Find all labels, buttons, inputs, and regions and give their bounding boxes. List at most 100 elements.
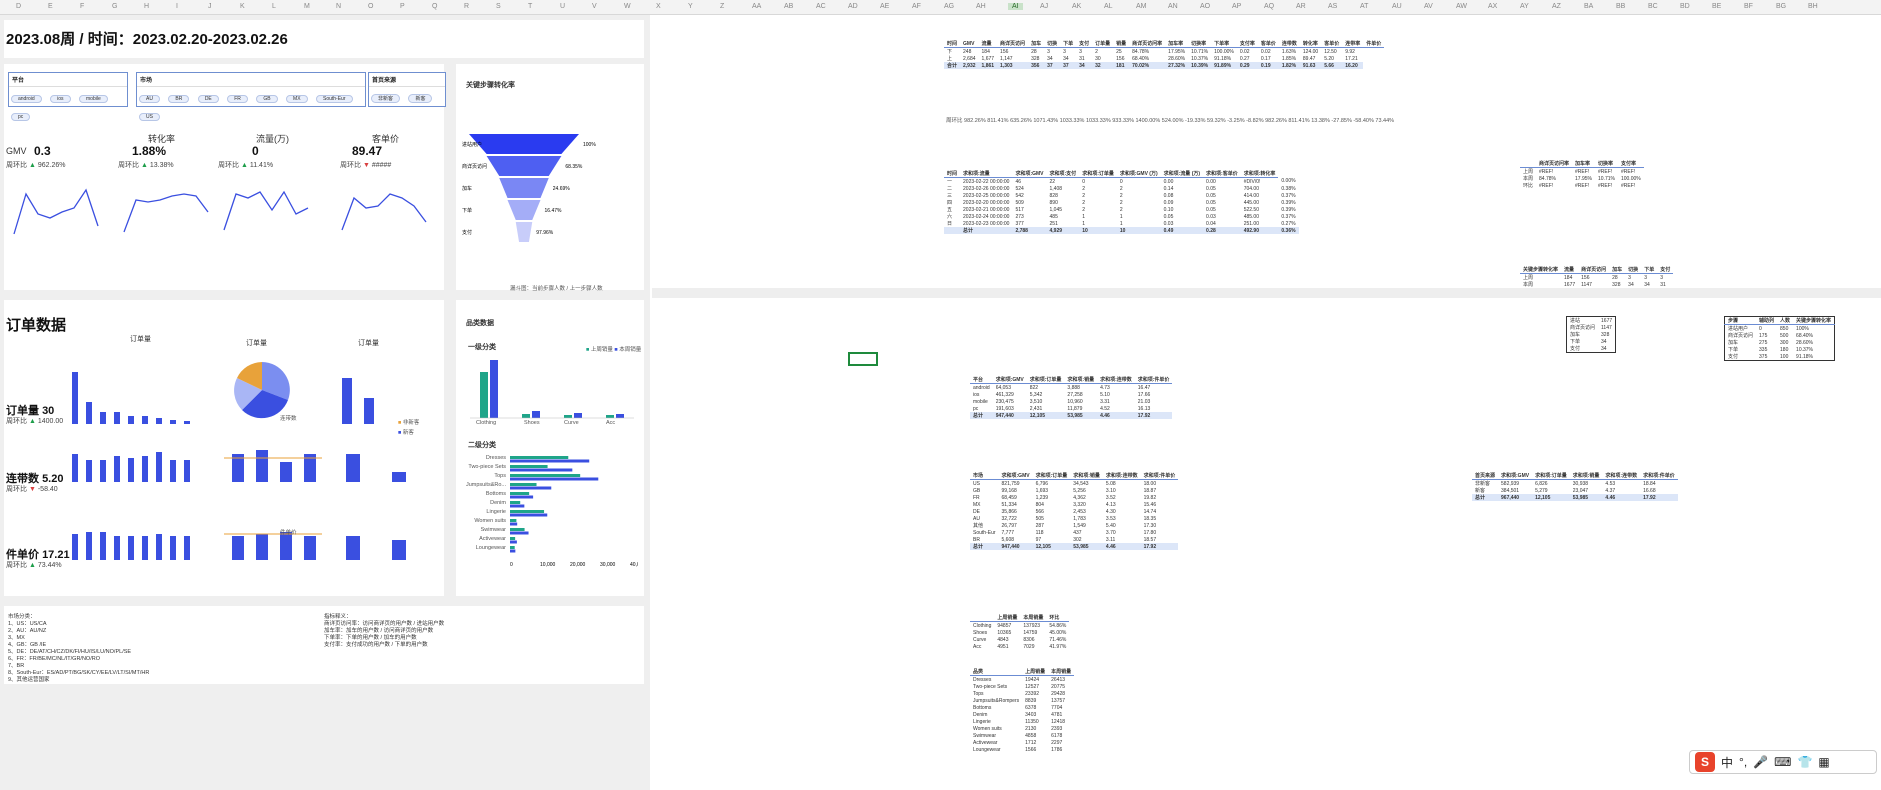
ime-punct-toggle[interactable]: °, [1739,755,1747,769]
table-cell[interactable]: 822 [1027,384,1065,392]
table-cell[interactable]: 12,105 [1026,412,1065,419]
table-cell[interactable]: 时间 [944,170,961,178]
table-cell[interactable]: 3.11 [1103,536,1141,543]
table-cell[interactable]: 2023-02-24 00:00:00 [960,213,1012,220]
microphone-icon[interactable]: 🎤 [1753,755,1768,769]
table-cell[interactable]: 关键步骤转化率 [1793,316,1835,325]
table-cell[interactable]: 0.05 [1161,213,1203,220]
table-cell[interactable]: 支付 [1725,353,1757,361]
table-cell[interactable]: 本周销量 [1020,614,1047,622]
table-cell[interactable]: 17.95% [1572,175,1595,182]
table-cell[interactable]: 6378 [1022,704,1048,711]
table-cell[interactable]: 28 [1028,48,1044,56]
table-cell[interactable]: 0 [1079,178,1117,186]
table-cell[interactable]: 四 [944,199,960,206]
table-cell[interactable]: 2297 [1048,739,1074,746]
table-cell[interactable]: Swimwear [970,732,1022,739]
slicer-chip[interactable]: FR [227,95,248,103]
table-cell[interactable]: 37 [1044,62,1061,69]
column-header[interactable]: O [368,3,373,10]
table-cell[interactable]: 新客 [1472,487,1498,494]
table-cell[interactable]: 2,453 [1070,508,1103,515]
table-cell[interactable]: 522.50 [1241,206,1279,213]
column-header-bar[interactable]: D E F G H I J K L M N O P Q R S T U V W X Y Z AA AB AC AD AE AF AG AH A… [0,0,1881,15]
slicer-chip[interactable]: pc [11,113,31,121]
table-cell[interactable]: BR [970,536,999,543]
table-cell[interactable]: 35,866 [999,508,1033,515]
table-header-row[interactable]: 上周销量 本周销量 环比 [970,614,1070,622]
table-cell[interactable]: 890 [1047,199,1080,206]
table-cell[interactable]: 2,684 [960,55,979,62]
table-cell[interactable]: Denim [970,711,1022,718]
table-cell[interactable]: 求和项:订单量 [1026,376,1065,384]
table-cell[interactable]: 支付 [1567,345,1599,353]
table-header-row[interactable]: 关键步骤转化率 流量 商详页访问 加车 切换 下单 支付 [1520,266,1674,274]
table-cell[interactable]: 37 [1060,62,1077,69]
table-cell[interactable]: 4.30 [1103,508,1141,515]
table-cell[interactable]: 10.71% [1595,175,1618,182]
table-cell[interactable]: 1 [1079,213,1117,220]
table-cell[interactable]: 加车 [1609,266,1626,274]
table-cell[interactable]: 0.04 [1203,220,1241,227]
table-cell[interactable]: 26,797 [999,522,1033,529]
table-cell[interactable]: 25 [1113,48,1129,56]
column-header[interactable]: AG [944,3,954,10]
table-cell[interactable]: 连带数 [1278,40,1300,48]
table-cell[interactable]: MX [970,501,999,508]
column-header[interactable]: W [624,3,631,10]
table-header-row[interactable]: 市场 求和项:GMV 求和项:订单量 求和项:销量 求和项:连带数 求和项:件单价 [970,472,1179,480]
table-cell[interactable]: 4951 [994,643,1020,650]
table-total-row[interactable]: 总计 2,788 4,929 10 10 0.49 0.28 492.90 0.36% [944,227,1299,234]
table-cell[interactable]: 184 [979,48,998,56]
table-cell[interactable]: 1.82% [1278,62,1300,69]
table-cell[interactable]: 31 [1657,281,1673,288]
column-header[interactable]: BG [1776,3,1786,10]
table-cell[interactable] [970,614,995,622]
table-cell[interactable]: 28.60% [1793,339,1835,346]
table-cell[interactable]: 12,105 [1532,494,1570,501]
table-cell[interactable]: 4.53 [1602,480,1640,488]
table-row[interactable]: 下单 34 [1567,338,1616,346]
column-header[interactable]: BD [1680,3,1690,10]
table-cell[interactable]: DE [970,508,999,515]
table-cell[interactable]: 230,475 [993,398,1027,405]
table-cell[interactable]: 0.38% [1278,185,1298,192]
table-cell[interactable]: 12418 [1048,718,1074,725]
table-cell[interactable]: 9.92 [1342,48,1363,56]
table-cell[interactable]: 485.00 [1241,213,1279,220]
slicer-newold[interactable]: 首页来源 非新客 新客 [368,72,446,107]
table-row[interactable]: AU 32,722 505 1,783 3.53 18.35 [970,515,1178,522]
column-header[interactable]: Q [432,3,437,10]
table-cell[interactable]: #REF! [1572,182,1595,189]
column-header[interactable]: L [272,3,276,10]
table-cell[interactable]: 4.46 [1602,494,1641,501]
column-header[interactable]: G [112,3,117,10]
table-cell[interactable]: 求和项:件单价 [1640,472,1678,480]
table-cell[interactable]: 1,147 [997,55,1028,62]
table-cell[interactable]: 0.28 [1203,227,1241,234]
table-cell[interactable]: 商详页访问 [1725,332,1757,339]
slicer-market[interactable]: 市场 AU BR DE FR GB MX South-Eur US [136,72,366,121]
table-cell[interactable]: 100% [1793,325,1835,333]
table-cell[interactable]: 1.63% [1279,48,1300,56]
column-header[interactable]: AR [1296,3,1306,10]
column-header[interactable]: P [400,3,405,10]
table-cell[interactable]: 582,939 [1498,480,1532,488]
table-row[interactable]: 上 2,684 1,677 1,147 328 34 34 31 30 156 68.40% 28.6… [944,55,1384,63]
table-cell[interactable]: 求和项:订单量 [1079,170,1117,178]
table-cell[interactable]: #REF! [1618,168,1644,176]
table-cell[interactable]: Activewear [970,739,1022,746]
table-cell[interactable]: 进站 [1567,317,1599,324]
ime-logo-icon[interactable]: S [1695,752,1715,772]
funnel-helper-table-2[interactable]: 步骤 辅助列 人数 关键步骤转化率 进站用户 0 850 100% 商详页访问 175 500 68.… [1724,316,1836,361]
table-cell[interactable]: 五 [944,206,960,213]
table-cell[interactable]: 市场 [970,472,999,480]
table-cell[interactable]: 支付 [1076,40,1093,48]
table-cell[interactable]: 100 [1777,353,1793,361]
table-cell[interactable]: 34 [1625,281,1641,288]
table-cell[interactable]: 1,408 [1047,185,1080,192]
table-row[interactable]: 下 248 184 156 28 3 3 3 2 25 84.78% 17.95% 10.71% 100.… [944,48,1384,56]
table-cell[interactable]: 2 [1117,192,1161,199]
table-cell[interactable]: 求和项:转化率 [1240,170,1279,178]
table-cell[interactable]: 5,608 [999,536,1033,543]
